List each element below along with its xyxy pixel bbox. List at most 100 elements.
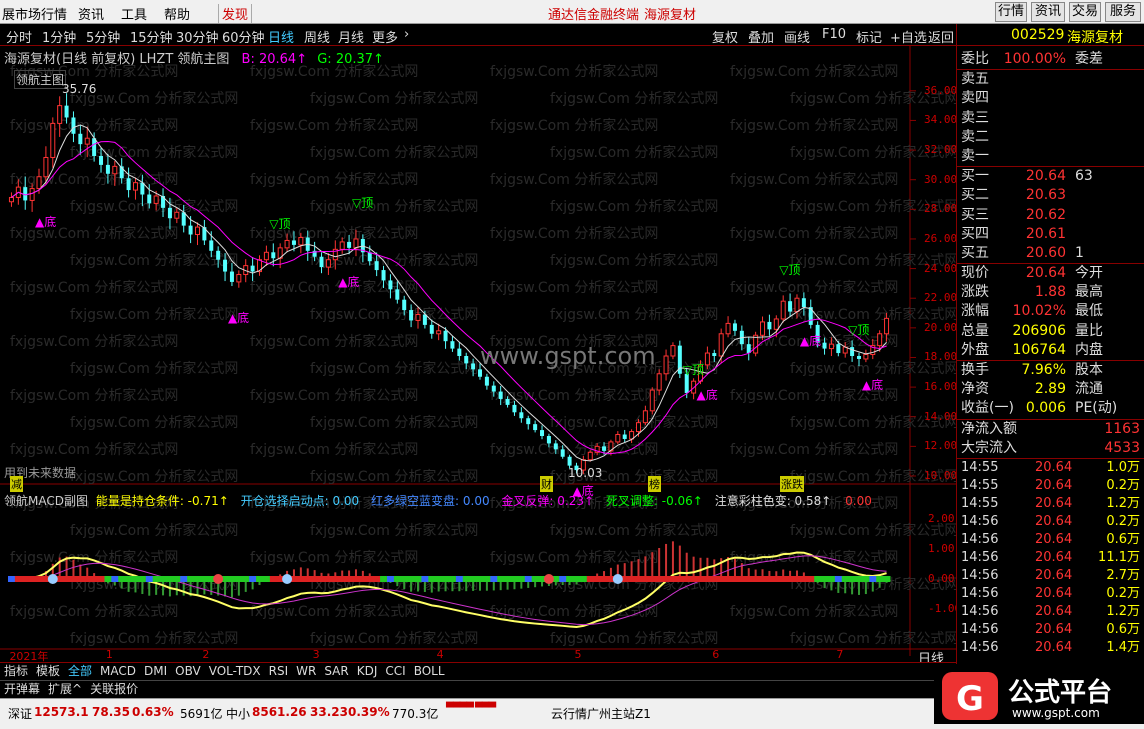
trade-button[interactable]: 交易 xyxy=(1069,2,1101,22)
candle-body xyxy=(856,356,861,359)
restore-right-button[interactable]: 复权 xyxy=(712,27,738,46)
indicator-tab[interactable]: 模板 xyxy=(32,663,64,680)
state-strip xyxy=(779,576,788,582)
state-strip xyxy=(648,576,657,582)
tick-row: 14:55 20.64 1.0万 xyxy=(957,459,1144,477)
period-tab-more[interactable]: 更多 xyxy=(372,27,398,46)
state-strip xyxy=(304,576,312,582)
indicator-tab[interactable]: BOLL xyxy=(410,663,449,680)
indicator-tab[interactable]: CCI xyxy=(381,663,409,680)
indicator-tab[interactable]: OBV xyxy=(171,663,205,680)
overlay-button[interactable]: 叠加 xyxy=(748,27,774,46)
sz-label: 深证 xyxy=(8,707,33,721)
period-tab-5min[interactable]: 5分钟 xyxy=(86,27,120,46)
candle-body xyxy=(794,297,800,313)
extra-tab[interactable]: 开弹幕 xyxy=(0,681,44,698)
watermark-text: fxjgsw.Com 分析家公式网 xyxy=(70,306,238,323)
indicator-tab[interactable]: RSI xyxy=(265,663,293,680)
candle-body xyxy=(732,323,737,331)
candle-body xyxy=(229,271,234,282)
period-tab-timeshare[interactable]: 分时 xyxy=(6,27,32,46)
indicator-tab[interactable]: KDJ xyxy=(353,663,382,680)
sell-level-label: 卖一 xyxy=(961,147,989,164)
menu-market[interactable]: 展市场行情 xyxy=(2,4,67,23)
state-strip xyxy=(573,576,581,582)
menu-tools[interactable]: 工具 xyxy=(121,4,147,23)
watermark-text: fxjgsw.Com 分析家公式网 xyxy=(730,63,898,80)
kline-chart[interactable]: fxjgsw.Com 分析家公式网 fxjgsw.Com 分析家公式网 fxjgsw… xyxy=(0,46,956,662)
watermark-text: fxjgsw.Com 分析家公式网 xyxy=(10,279,178,296)
month-axis-label: 3 xyxy=(312,648,320,661)
menu-discover[interactable]: 发现 xyxy=(218,4,253,23)
period-tab-daily[interactable]: 日线 xyxy=(268,27,294,46)
watermark-text: fxjgsw.Com 分析家公式网 xyxy=(310,468,478,485)
watermark-text: fxjgsw.Com 分析家公式网 xyxy=(70,252,238,269)
more-chevron-icon[interactable]: › xyxy=(404,27,409,42)
top-signal: ▽顶 xyxy=(269,216,291,231)
indicator-tab[interactable]: SAR xyxy=(320,663,352,680)
service-button[interactable]: 服务 xyxy=(1105,2,1141,22)
quote-header: 002529 海源复材 xyxy=(957,24,1144,46)
period-tab-1min[interactable]: 1分钟 xyxy=(42,27,76,46)
indicator-tab[interactable]: VOL-TDX xyxy=(205,663,265,680)
period-tab-weekly[interactable]: 周线 xyxy=(304,27,330,46)
state-strip xyxy=(345,576,354,582)
menu-news[interactable]: 资讯 xyxy=(78,4,104,23)
price-axis-label: 20.00 xyxy=(924,320,958,334)
color-value: 注意彩柱色变: 0.58↑ xyxy=(714,494,832,508)
tick-volume: 1.4万 xyxy=(1106,639,1140,655)
candle-body xyxy=(773,318,779,330)
period-tab-15min[interactable]: 15分钟 xyxy=(130,27,173,46)
candle-body xyxy=(553,443,558,450)
indicator-tab[interactable]: 指标 xyxy=(0,663,32,680)
price-axis-label: 36.00 xyxy=(924,83,958,97)
mark-button[interactable]: 标记 xyxy=(856,27,882,46)
draw-line-button[interactable]: 画线 xyxy=(784,27,810,46)
logo-text: 公式平台 xyxy=(1008,678,1113,708)
state-strip xyxy=(786,576,795,582)
indicator-tab[interactable]: DMI xyxy=(140,663,171,680)
buy-level: 买五 20.60 1 xyxy=(957,244,1144,263)
quote-button[interactable]: 行情 xyxy=(995,2,1027,22)
tick-price: 20.64 xyxy=(1035,603,1073,619)
watermark-text: fxjgsw.Com 分析家公式网 xyxy=(730,441,898,458)
stat-row-value: 10.02% xyxy=(1012,303,1066,320)
server-status[interactable]: 云行情广州主站Z1 xyxy=(551,705,651,722)
info-button[interactable]: 资讯 xyxy=(1031,2,1065,22)
watermark-text: fxjgsw.Com 分析家公式网 xyxy=(550,144,718,161)
sell-level: 卖三 xyxy=(957,109,1144,128)
menu-help[interactable]: 帮助 xyxy=(164,4,190,23)
indicator-tab[interactable]: 全部 xyxy=(64,663,96,680)
state-strip xyxy=(132,576,140,582)
tick-time: 14:56 xyxy=(961,549,999,565)
price-axis-label: 12.00 xyxy=(924,439,958,453)
state-strip xyxy=(476,576,484,582)
period-tab-30min[interactable]: 30分钟 xyxy=(176,27,219,46)
state-strip xyxy=(869,576,877,582)
extra-tab[interactable]: 扩展^ xyxy=(44,681,86,698)
watermark-text: fxjgsw.Com 分析家公式网 xyxy=(250,117,418,134)
buy-level-value: 20.63 xyxy=(1025,187,1066,204)
candle-body xyxy=(43,156,49,178)
indicator-tab[interactable]: WR xyxy=(292,663,320,680)
state-strip xyxy=(483,576,491,582)
f10-button[interactable]: F10 xyxy=(822,27,846,42)
stat-row: 收益(一) 0.006 PE(动) xyxy=(957,399,1144,418)
state-strip xyxy=(641,576,650,582)
indicator-tab[interactable]: MACD xyxy=(96,663,140,680)
back-button[interactable]: 返回 xyxy=(928,27,954,46)
indicator-label[interactable]: 领航主图 xyxy=(14,70,67,89)
watermark-text: fxjgsw.Com 分析家公式网 xyxy=(550,630,718,647)
candle-body xyxy=(271,252,276,259)
add-watchlist-button[interactable]: +自选 xyxy=(890,27,927,46)
state-strip xyxy=(138,576,147,582)
price-axis-label: 32.00 xyxy=(924,143,958,157)
state-strip xyxy=(428,576,436,582)
state-strip xyxy=(76,576,85,582)
extra-tab[interactable]: 关联报价 xyxy=(86,681,142,698)
period-tab-monthly[interactable]: 月线 xyxy=(338,27,364,46)
stat-row-value: 2.89 xyxy=(1034,381,1066,398)
period-tab-60min[interactable]: 60分钟 xyxy=(222,27,265,46)
tick-volume: 0.6万 xyxy=(1106,531,1140,547)
watermark-text: fxjgsw.Com 分析家公式网 xyxy=(730,225,898,242)
